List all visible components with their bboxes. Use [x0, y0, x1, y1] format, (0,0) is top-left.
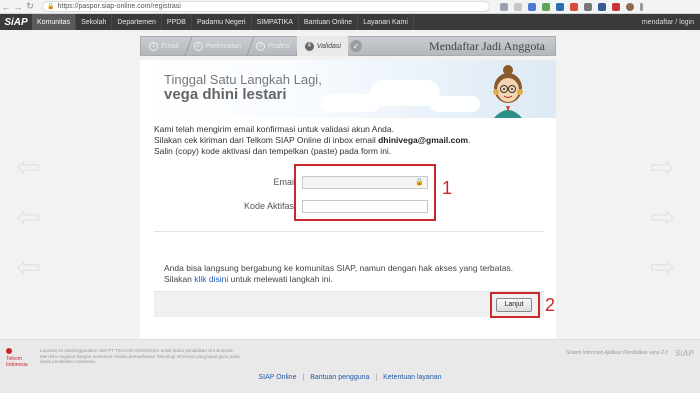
skip-link[interactable]: klik disini	[194, 274, 228, 284]
decorative-arrow-icon: ⇦	[16, 151, 42, 184]
footer-version: Sistem Informasi Aplikasi Pendidikan ver…	[565, 350, 668, 356]
action-bar	[154, 291, 544, 317]
annotation-box	[490, 292, 540, 318]
nav-bantuan-online[interactable]: Bantuan Online	[299, 14, 359, 30]
extension-icon[interactable]	[598, 2, 606, 11]
annotation-number: 1	[442, 178, 453, 198]
extension-icon[interactable]	[542, 2, 550, 11]
validation-panel: Tinggal Satu Langkah Lagi, vega dhini le…	[140, 60, 556, 342]
nav-padamu-negeri[interactable]: Padamu Negeri	[192, 14, 252, 30]
nav-komunitas[interactable]: Komunitas	[32, 14, 77, 30]
extension-icons	[500, 2, 643, 11]
extension-icon[interactable]	[570, 2, 578, 11]
step-number: 3	[255, 41, 265, 51]
annotation-number: 2	[545, 295, 556, 315]
footer-separator: |	[375, 374, 378, 381]
back-arrow-icon[interactable]: ←	[0, 2, 12, 12]
hero-banner: Tinggal Satu Langkah Lagi, vega dhini le…	[140, 60, 556, 118]
star-icon[interactable]	[514, 2, 522, 11]
footer-link-ketentuan[interactable]: Ketentuan layanan	[383, 374, 441, 381]
skip-note: Anda bisa langsung bergabung ke komunita…	[164, 263, 544, 285]
user-fullname: vega dhini lestari	[164, 86, 287, 103]
forward-arrow-icon[interactable]: →	[12, 2, 24, 12]
step-validasi: 4 Validasi	[296, 36, 348, 56]
mascot-illustration	[493, 65, 523, 118]
nav-simpatika[interactable]: SIMPATIKA	[252, 14, 299, 30]
footer-link-siap-online[interactable]: SIAP Online	[258, 374, 296, 381]
step-label: Perkenalan	[205, 42, 241, 50]
step-label: Profesi	[267, 42, 290, 50]
footer-link-bantuan[interactable]: Bantuan pengguna	[310, 374, 369, 381]
lock-icon: 🔒	[47, 4, 55, 10]
url-text: https://paspor.siap-online.com/registras…	[57, 3, 181, 10]
telkom-logo: Telkom Indonesia	[6, 348, 34, 368]
email-label: Email	[273, 177, 296, 187]
step-perkenalan: 2 Perkenalan	[186, 36, 255, 56]
extension-icon[interactable]	[612, 2, 620, 11]
registration-steps: 1 Email 2 Perkenalan 3 Profesi 4 Validas…	[140, 36, 556, 56]
siap-logo[interactable]: SiAP	[0, 14, 32, 30]
decorative-arrow-icon: ⇨	[650, 201, 676, 234]
login-link[interactable]: mendaftar / login	[642, 14, 700, 30]
decorative-arrow-icon: ⇨	[650, 251, 676, 284]
nav-sekolah[interactable]: Sekolah	[76, 14, 113, 30]
activation-code-label: Kode Aktifasi	[243, 201, 296, 211]
extension-icon[interactable]	[528, 2, 536, 11]
address-bar[interactable]: 🔒 https://paspor.siap-online.com/registr…	[42, 1, 490, 12]
annotation-box	[294, 164, 436, 221]
step-number: 2	[193, 41, 203, 51]
nav-layanan-kami[interactable]: Layanan Kami	[358, 14, 414, 30]
reload-icon[interactable]: ↻	[24, 1, 36, 12]
step-label: Validasi	[316, 42, 341, 50]
step-label: Email	[161, 42, 179, 50]
message-line: Salin (copy) kode aktivasi dan tempelkan…	[154, 146, 392, 156]
extension-icon[interactable]	[556, 2, 564, 11]
step-email: 1 Email	[141, 36, 193, 56]
footer-note: Layanan ini diselenggarakan oleh PT TELK…	[40, 348, 240, 364]
step-number: 4	[304, 41, 314, 51]
site-navigation: SiAP Komunitas Sekolah Departemen PPDB P…	[0, 14, 700, 30]
step-number: 1	[149, 41, 158, 51]
message-line: Silakan cek kiriman dari Telkom SIAP Onl…	[154, 135, 471, 145]
note-line: Anda bisa langsung bergabung ke komunita…	[164, 263, 514, 273]
nav-departemen[interactable]: Departemen	[112, 14, 162, 30]
hero-heading: Tinggal Satu Langkah Lagi,	[164, 72, 322, 87]
decorative-arrow-icon: ⇨	[650, 151, 676, 184]
profile-avatar-icon[interactable]	[626, 2, 634, 11]
footer-separator: |	[302, 374, 305, 381]
check-icon: ✓	[350, 40, 362, 52]
menu-icon[interactable]	[640, 2, 643, 11]
divider	[154, 231, 544, 232]
browser-toolbar: ← → ↻ 🔒 https://paspor.siap-online.com/r…	[0, 0, 700, 14]
footer: Telkom Indonesia Layanan ini diselenggar…	[0, 339, 700, 393]
footer-links: SIAP Online | Bantuan pengguna | Ketentu…	[0, 374, 700, 381]
message-line: Kami telah mengirim email konfirmasi unt…	[154, 124, 395, 134]
step-profesi: 3 Profesi	[248, 36, 304, 56]
nav-ppdb[interactable]: PPDB	[162, 14, 192, 30]
decorative-arrow-icon: ⇦	[16, 201, 42, 234]
extension-icon[interactable]	[584, 2, 592, 11]
siap-footer-logo: SiAP	[675, 349, 694, 358]
page-title: Mendaftar Jadi Anggota	[429, 38, 545, 53]
note-line: Silakan klik disini untuk melewati langk…	[164, 274, 333, 284]
decorative-arrow-icon: ⇦	[16, 251, 42, 284]
translate-icon[interactable]	[500, 2, 508, 11]
confirmation-message: Kami telah mengirim email konfirmasi unt…	[154, 124, 549, 157]
user-email: dhinivega@gmail.com	[378, 135, 469, 145]
